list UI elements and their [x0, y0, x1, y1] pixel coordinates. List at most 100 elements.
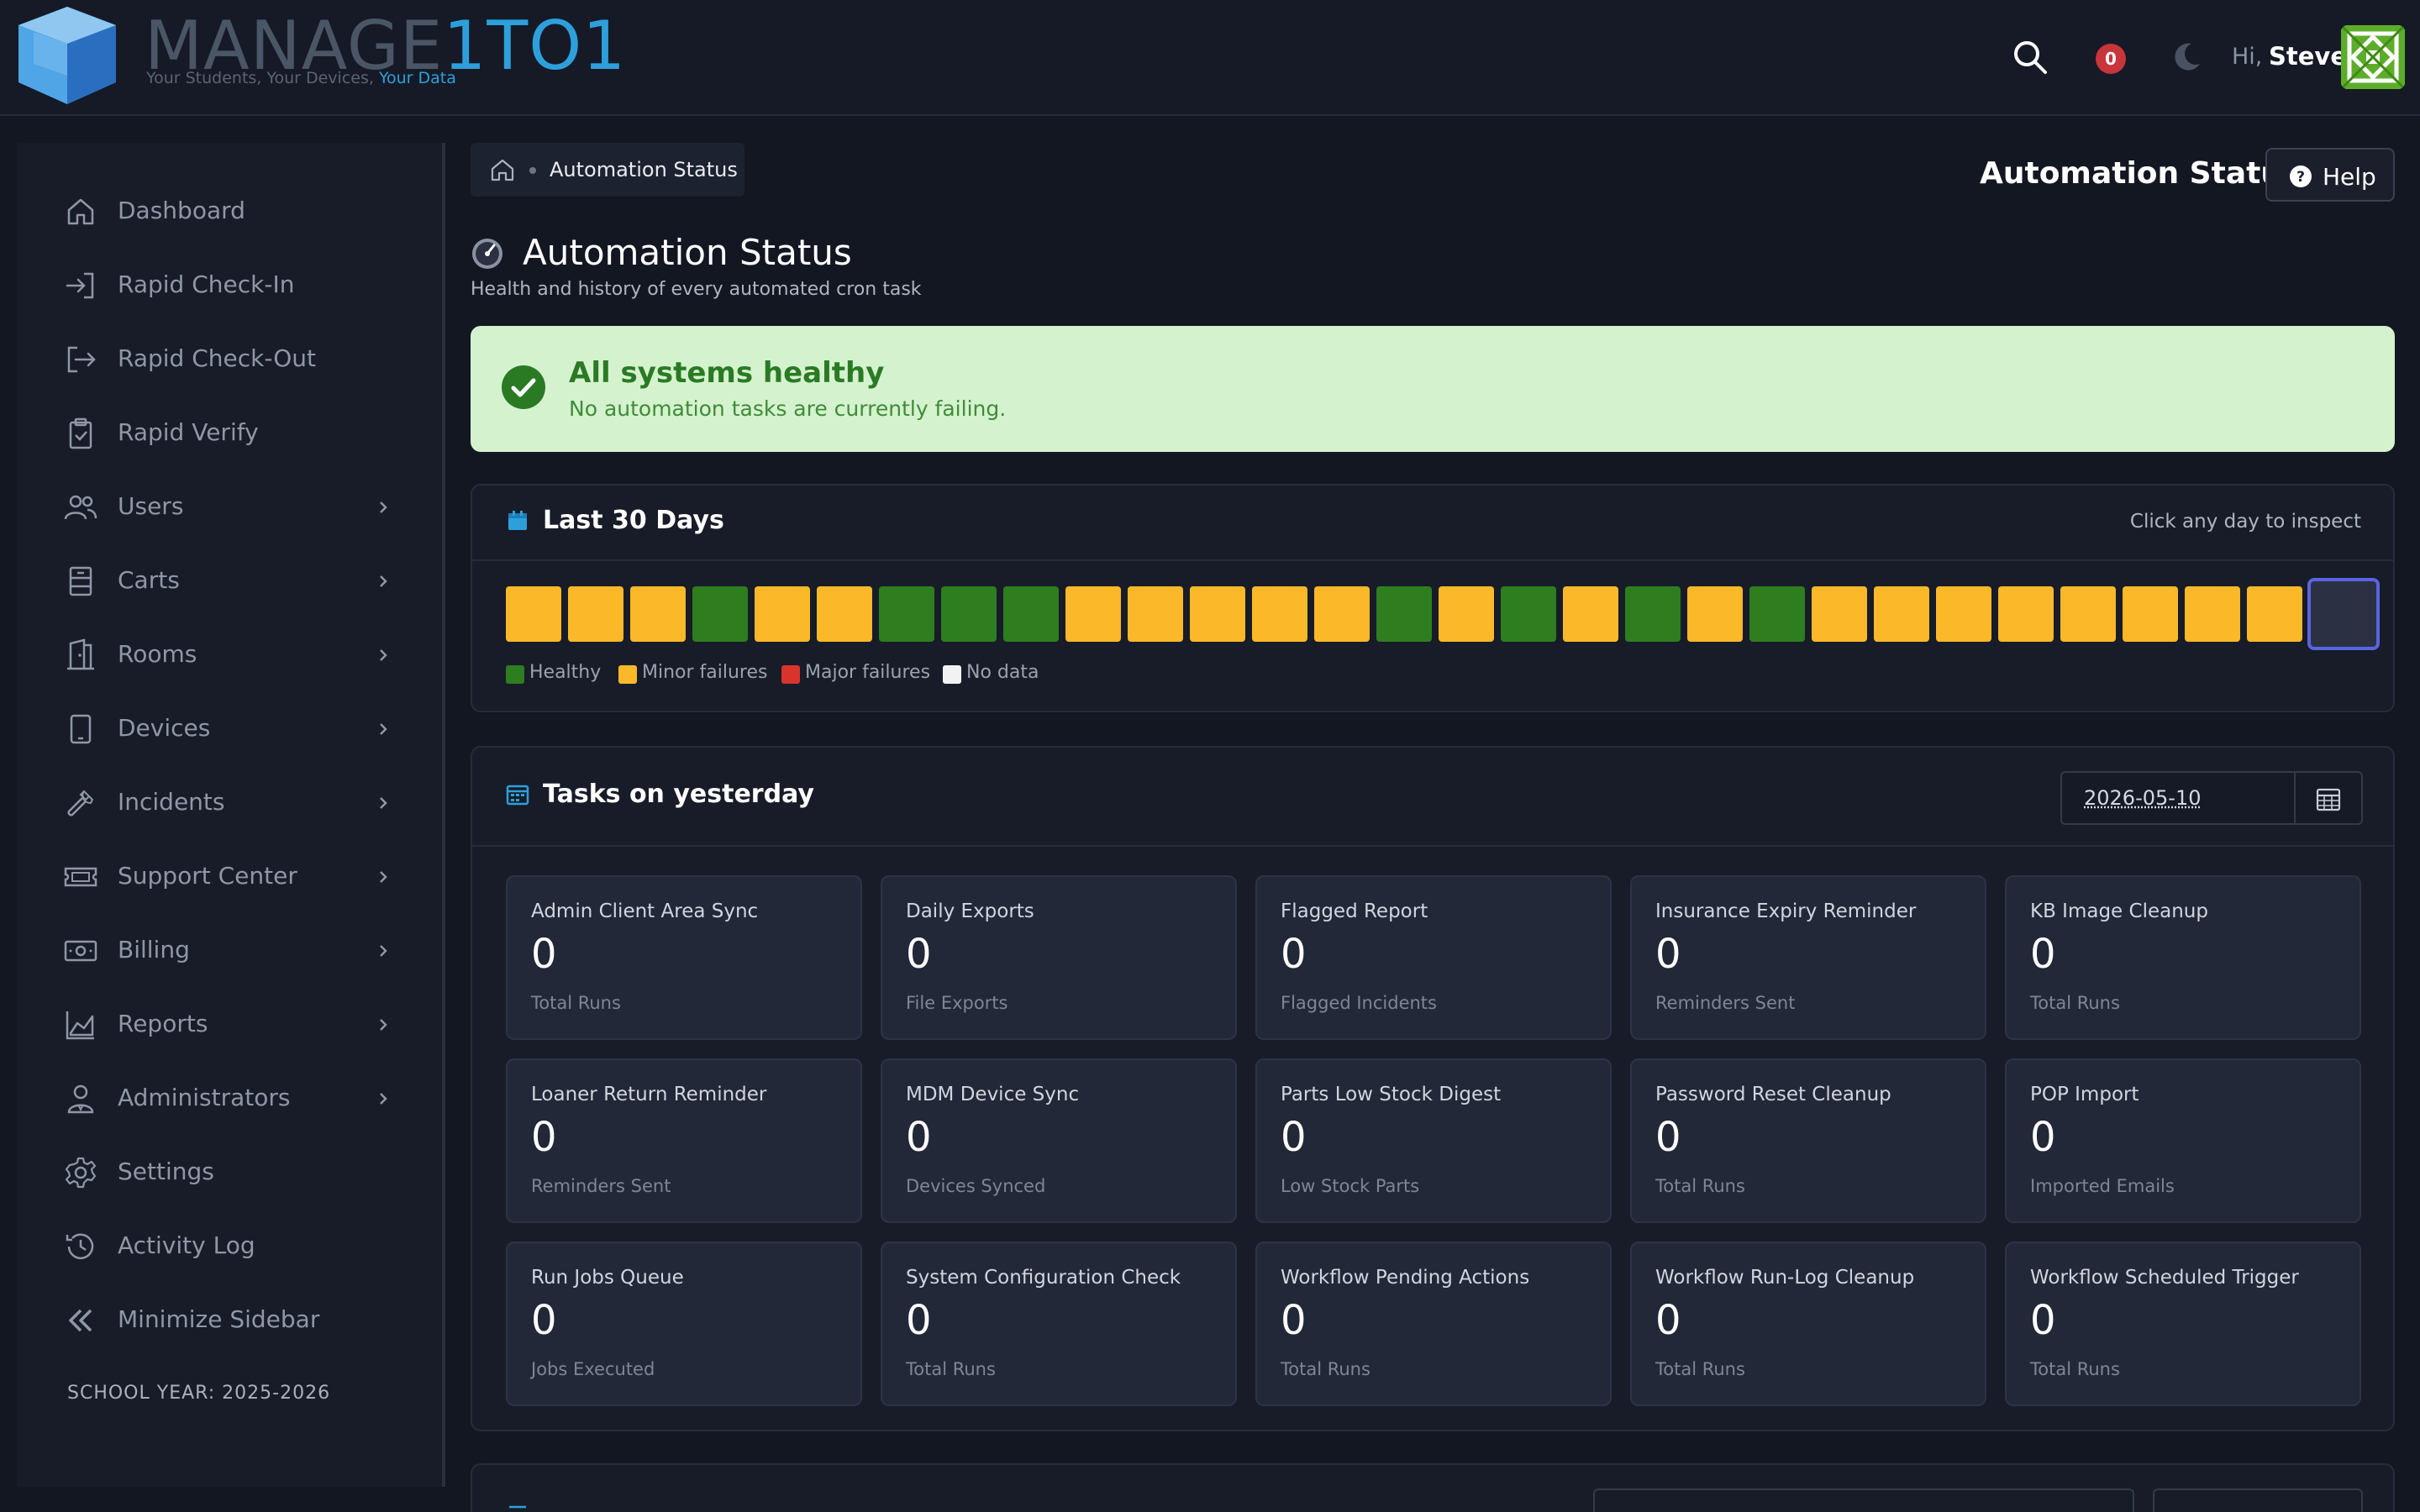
- day-cell[interactable]: [1439, 586, 1494, 642]
- legend-swatch: [618, 665, 637, 684]
- legend-label: Healthy: [529, 662, 602, 683]
- task-card[interactable]: System Configuration Check 0 Total Runs: [881, 1242, 1237, 1406]
- day-cell[interactable]: [2247, 586, 2302, 642]
- sidebar-item-rapid-check-in[interactable]: Rapid Check-In: [17, 252, 442, 319]
- day-cell[interactable]: [568, 586, 623, 642]
- home-icon[interactable]: [489, 156, 516, 183]
- date-input[interactable]: 2026-05-10: [2084, 786, 2201, 810]
- day-cell[interactable]: [1749, 586, 1805, 642]
- task-card[interactable]: Password Reset Cleanup 0 Total Runs: [1630, 1058, 1986, 1223]
- day-cell[interactable]: [1625, 586, 1681, 642]
- page-title: Automation Status: [523, 232, 852, 273]
- double-chevron-left-icon: [69, 1309, 92, 1332]
- day-cell[interactable]: [941, 586, 997, 642]
- day-cell[interactable]: [1065, 586, 1121, 642]
- filter-select[interactable]: [2153, 1488, 2363, 1512]
- day-cell[interactable]: [1501, 586, 1556, 642]
- day-cell[interactable]: [2060, 586, 2116, 642]
- chevron-right-icon: [380, 945, 387, 957]
- day-cell[interactable]: [2185, 586, 2240, 642]
- task-value: 0: [1655, 931, 1681, 978]
- day-cell[interactable]: [1252, 586, 1307, 642]
- sidebar-item-dashboard[interactable]: Dashboard: [17, 178, 442, 245]
- day-cell[interactable]: [630, 586, 686, 642]
- day-cell[interactable]: [879, 586, 934, 642]
- task-metric-label: Total Runs: [1655, 1176, 1745, 1196]
- task-value: 0: [531, 1297, 557, 1344]
- sidebar-item-billing[interactable]: Billing: [17, 917, 442, 984]
- calendar-button[interactable]: [2294, 773, 2361, 823]
- sidebar-item-activity-log[interactable]: Activity Log: [17, 1213, 442, 1280]
- task-card[interactable]: POP Import 0 Imported Emails: [2005, 1058, 2361, 1223]
- task-metric-label: Jobs Executed: [531, 1359, 655, 1379]
- task-card[interactable]: Loaner Return Reminder 0 Reminders Sent: [506, 1058, 862, 1223]
- sidebar-item-rapid-verify[interactable]: Rapid Verify: [17, 400, 442, 467]
- day-cell[interactable]: [1998, 586, 2054, 642]
- sidebar-item-support-center[interactable]: Support Center: [17, 843, 442, 911]
- sidebar-item-reports[interactable]: Reports: [17, 991, 442, 1058]
- sidebar: Dashboard Rapid Check-In Rapid Check-Out…: [17, 143, 445, 1487]
- task-card[interactable]: Workflow Pending Actions 0 Total Runs: [1255, 1242, 1612, 1406]
- task-card[interactable]: Parts Low Stock Digest 0 Low Stock Parts: [1255, 1058, 1612, 1223]
- task-card[interactable]: Flagged Report 0 Flagged Incidents: [1255, 875, 1612, 1040]
- calendar-icon: [508, 511, 527, 530]
- day-cell[interactable]: [1812, 586, 1867, 642]
- chevron-right-icon: [380, 1019, 387, 1031]
- day-cell[interactable]: [506, 586, 561, 642]
- day-cell[interactable]: [1874, 586, 1929, 642]
- day-cell[interactable]: [2123, 586, 2178, 642]
- task-card[interactable]: KB Image Cleanup 0 Total Runs: [2005, 875, 2361, 1040]
- task-metric-label: Total Runs: [2030, 1359, 2120, 1379]
- day-cell[interactable]: [1128, 586, 1183, 642]
- day-cell[interactable]: [1190, 586, 1245, 642]
- task-name: Admin Client Area Sync: [531, 900, 759, 922]
- filter-input[interactable]: [1593, 1488, 2134, 1512]
- day-cell[interactable]: [1003, 586, 1059, 642]
- day-cell[interactable]: [1687, 586, 1743, 642]
- task-name: Workflow Pending Actions: [1281, 1267, 1530, 1289]
- sidebar-item-administrators[interactable]: Administrators: [17, 1065, 442, 1132]
- day-cell[interactable]: [1376, 586, 1432, 642]
- task-card[interactable]: Workflow Run-Log Cleanup 0 Total Runs: [1630, 1242, 1986, 1406]
- door-icon: [67, 638, 94, 670]
- avatar[interactable]: [2341, 25, 2405, 89]
- day-cell[interactable]: [755, 586, 810, 642]
- day-cell[interactable]: [2307, 578, 2380, 650]
- task-card[interactable]: Daily Exports 0 File Exports: [881, 875, 1237, 1040]
- search-icon[interactable]: [2012, 39, 2049, 76]
- moon-icon[interactable]: [2170, 40, 2203, 74]
- day-cell[interactable]: [692, 586, 748, 642]
- sidebar-item-settings[interactable]: Settings: [17, 1139, 442, 1206]
- user-name[interactable]: Steve: [2269, 42, 2347, 71]
- task-card[interactable]: Workflow Scheduled Trigger 0 Total Runs: [2005, 1242, 2361, 1406]
- date-picker[interactable]: 2026-05-10: [2060, 771, 2363, 825]
- task-card[interactable]: Admin Client Area Sync 0 Total Runs: [506, 875, 862, 1040]
- day-cell[interactable]: [1314, 586, 1370, 642]
- task-card[interactable]: Run Jobs Queue 0 Jobs Executed: [506, 1242, 862, 1406]
- sidebar-item-rooms[interactable]: Rooms: [17, 622, 442, 689]
- task-value: 0: [1281, 1114, 1307, 1161]
- wrench-icon: [67, 790, 94, 816]
- sidebar-item-incidents[interactable]: Incidents: [17, 769, 442, 837]
- sidebar-item-carts[interactable]: Carts: [17, 548, 442, 615]
- calendar-grid-icon: [506, 785, 529, 806]
- sidebar-item-users[interactable]: Users: [17, 474, 442, 541]
- day-cell[interactable]: [1563, 586, 1618, 642]
- task-metric-label: File Exports: [906, 993, 1008, 1013]
- task-card[interactable]: MDM Device Sync 0 Devices Synced: [881, 1058, 1237, 1223]
- school-year[interactable]: SCHOOL YEAR: 2025-2026: [67, 1383, 330, 1404]
- sidebar-item-devices[interactable]: Devices: [17, 696, 442, 763]
- cash-icon: [64, 940, 97, 962]
- task-value: 0: [2030, 1297, 2056, 1344]
- day-cell[interactable]: [817, 586, 872, 642]
- sidebar-item-rapid-check-out[interactable]: Rapid Check-Out: [17, 326, 442, 393]
- help-button[interactable]: ? Help: [2265, 148, 2395, 202]
- day-cell[interactable]: [1936, 586, 1991, 642]
- notification-badge[interactable]: 0: [2096, 44, 2126, 74]
- task-name: Run Jobs Queue: [531, 1267, 684, 1289]
- ticket-icon: [64, 867, 97, 887]
- app-logo[interactable]: MANAGE1TO1 Your Students, Your Devices, …: [17, 0, 625, 114]
- check-circle-icon: [502, 365, 545, 409]
- sidebar-item-minimize[interactable]: Minimize Sidebar: [17, 1287, 442, 1354]
- task-card[interactable]: Insurance Expiry Reminder 0 Reminders Sent: [1630, 875, 1986, 1040]
